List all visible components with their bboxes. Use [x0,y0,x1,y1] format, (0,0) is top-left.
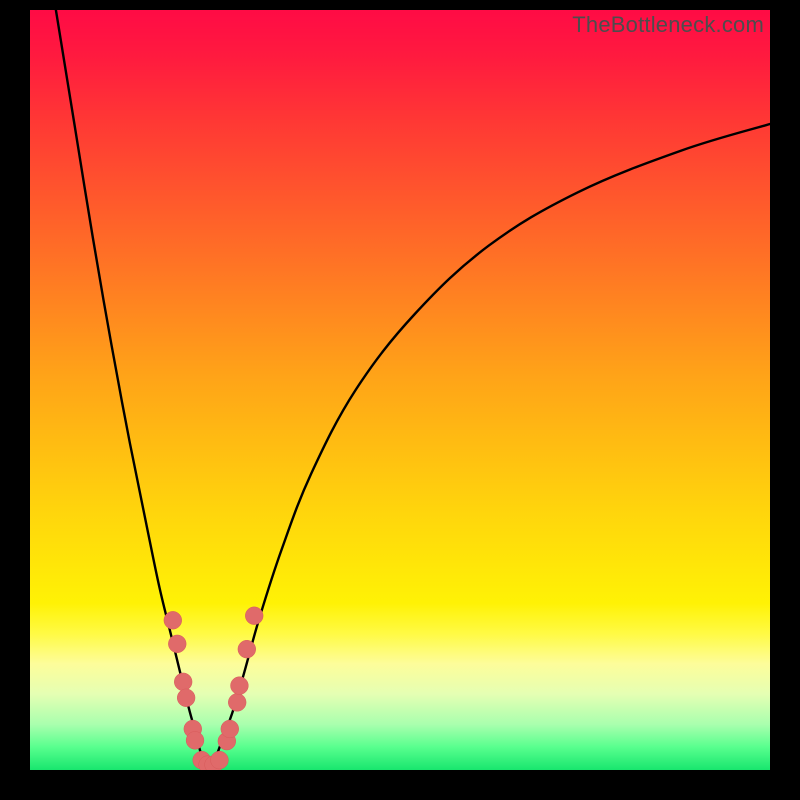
data-marker [168,635,186,653]
marker-group [164,607,263,770]
data-marker [238,640,256,658]
data-marker [174,673,192,691]
data-marker [231,677,249,695]
data-marker [245,607,263,625]
curve-right-branch [208,124,770,770]
curve-layer [30,10,770,770]
data-marker [221,720,239,738]
curve-left-branch [56,10,208,770]
chart-frame: TheBottleneck.com [0,0,800,800]
data-marker [186,731,204,749]
data-marker [164,611,182,629]
data-marker [177,689,195,707]
watermark-text: TheBottleneck.com [572,12,764,38]
data-marker [228,693,246,711]
data-marker [211,751,229,769]
plot-area [30,10,770,770]
